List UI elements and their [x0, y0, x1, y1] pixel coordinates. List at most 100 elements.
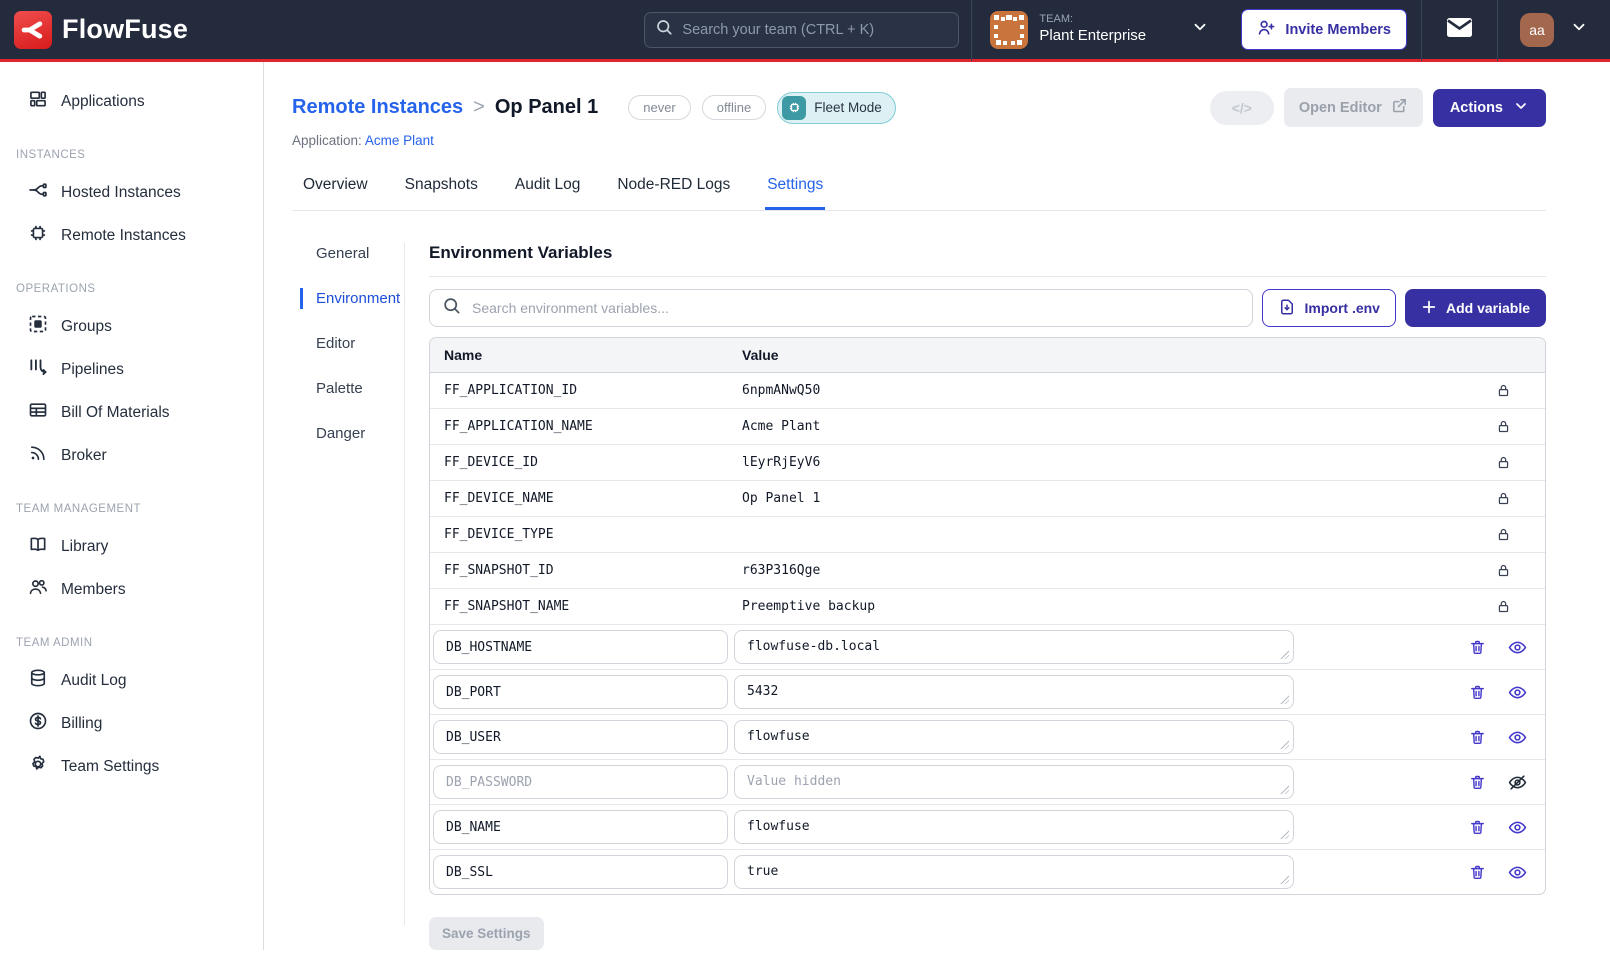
- instance-tabs: Overview Snapshots Audit Log Node-RED Lo…: [292, 168, 1546, 211]
- hide-value-button[interactable]: [1504, 769, 1531, 796]
- show-value-button[interactable]: [1504, 814, 1531, 841]
- env-var-name-input[interactable]: [433, 720, 728, 754]
- lock-icon: [1475, 527, 1531, 542]
- table-row: FF_DEVICE_ID lEyrRjEyV6: [430, 445, 1545, 481]
- show-value-button[interactable]: [1504, 634, 1531, 661]
- chip-icon: [782, 96, 806, 120]
- sidebar-item-bill-of-materials[interactable]: Bill Of Materials: [0, 391, 263, 434]
- table-row: true: [430, 850, 1545, 894]
- delete-variable-button[interactable]: [1465, 635, 1490, 660]
- lock-icon: [1475, 419, 1531, 434]
- env-var-value-input[interactable]: flowfuse: [734, 810, 1294, 844]
- tab-snapshots[interactable]: Snapshots: [403, 168, 480, 210]
- sidebar-item-label: Pipelines: [61, 361, 124, 379]
- env-var-value-input[interactable]: flowfuse: [734, 720, 1294, 754]
- table-row: [430, 760, 1545, 805]
- sidebar-item-broker[interactable]: Broker: [0, 434, 263, 477]
- open-editor-button[interactable]: Open Editor: [1284, 88, 1423, 127]
- env-var-name-input[interactable]: [433, 675, 728, 709]
- env-var-value-input[interactable]: [734, 765, 1294, 799]
- import-env-button[interactable]: Import .env: [1262, 289, 1396, 327]
- delete-variable-button[interactable]: [1465, 680, 1490, 705]
- breadcrumb-remote-instances-link[interactable]: Remote Instances: [292, 96, 463, 119]
- sidebar-heading-operations: OPERATIONS: [0, 263, 263, 305]
- env-var-name-input[interactable]: [433, 810, 728, 844]
- env-var-value: Acme Plant: [742, 419, 1475, 434]
- sidebar-item-members[interactable]: Members: [0, 568, 263, 611]
- show-value-button[interactable]: [1504, 679, 1531, 706]
- sidebar-item-audit-log[interactable]: Audit Log: [0, 659, 263, 702]
- sidebar-item-pipelines[interactable]: Pipelines: [0, 348, 263, 391]
- team-search-input[interactable]: [682, 22, 948, 38]
- search-icon: [655, 18, 673, 41]
- settings-nav-environment[interactable]: Environment: [300, 288, 404, 309]
- sidebar-item-applications[interactable]: Applications: [0, 80, 263, 123]
- sidebar-item-remote-instances[interactable]: Remote Instances: [0, 214, 263, 257]
- developer-mode-toggle[interactable]: </>: [1210, 91, 1274, 125]
- env-var-value-input[interactable]: flowfuse-db.local: [734, 630, 1294, 664]
- team-switcher[interactable]: TEAM: Plant Enterprise: [971, 0, 1227, 61]
- env-var-name-input[interactable]: [433, 765, 728, 799]
- actions-button[interactable]: Actions: [1433, 89, 1546, 127]
- settings-nav-editor[interactable]: Editor: [300, 333, 404, 354]
- add-variable-button[interactable]: Add variable: [1405, 289, 1546, 327]
- sidebar-heading-instances: INSTANCES: [0, 129, 263, 171]
- sidebar-item-label: Groups: [61, 318, 112, 336]
- chevron-down-icon: [1513, 98, 1529, 118]
- sidebar-item-label: Members: [61, 581, 126, 599]
- tab-overview[interactable]: Overview: [301, 168, 370, 210]
- lock-icon: [1475, 491, 1531, 506]
- delete-variable-button[interactable]: [1465, 725, 1490, 750]
- settings-nav-danger[interactable]: Danger: [300, 423, 404, 444]
- env-var-name: FF_DEVICE_TYPE: [444, 527, 742, 542]
- env-search-input[interactable]: [472, 300, 1240, 316]
- save-settings-button[interactable]: Save Settings: [429, 917, 544, 950]
- sidebar-item-label: Audit Log: [61, 672, 127, 690]
- library-icon: [28, 534, 48, 559]
- settings-nav-palette[interactable]: Palette: [300, 378, 404, 399]
- tab-settings[interactable]: Settings: [765, 168, 825, 210]
- settings-nav: General Environment Editor Palette Dange…: [292, 243, 404, 931]
- delete-variable-button[interactable]: [1465, 860, 1490, 885]
- broker-icon: [28, 443, 48, 468]
- open-editor-label: Open Editor: [1299, 100, 1382, 116]
- show-value-button[interactable]: [1504, 724, 1531, 751]
- env-var-name: FF_APPLICATION_ID: [444, 383, 742, 398]
- env-var-name-input[interactable]: [433, 855, 728, 889]
- sidebar-item-billing[interactable]: Billing: [0, 702, 263, 745]
- invite-members-button[interactable]: Invite Members: [1241, 9, 1407, 50]
- env-search[interactable]: [429, 289, 1253, 327]
- table-row: FF_SNAPSHOT_ID r63P316Qge: [430, 553, 1545, 589]
- billing-icon: [28, 711, 48, 736]
- status-badge: offline: [702, 95, 766, 120]
- tab-audit-log[interactable]: Audit Log: [513, 168, 583, 210]
- delete-variable-button[interactable]: [1465, 770, 1490, 795]
- sidebar-item-library[interactable]: Library: [0, 525, 263, 568]
- env-var-value-input[interactable]: 5432: [734, 675, 1294, 709]
- sidebar-item-team-settings[interactable]: Team Settings: [0, 745, 263, 788]
- actions-label: Actions: [1450, 100, 1503, 116]
- last-seen-badge: never: [628, 95, 691, 120]
- table-row: FF_DEVICE_NAME Op Panel 1: [430, 481, 1545, 517]
- notifications-button[interactable]: [1446, 17, 1473, 42]
- tab-node-red-logs[interactable]: Node-RED Logs: [615, 168, 732, 210]
- flowfuse-home-link[interactable]: FlowFuse: [14, 11, 188, 49]
- env-var-value: Preemptive backup: [742, 599, 1475, 614]
- user-menu[interactable]: aa: [1497, 0, 1594, 61]
- hosted-instances-icon: [28, 180, 48, 205]
- application-link[interactable]: Acme Plant: [365, 133, 434, 148]
- sidebar-item-label: Hosted Instances: [61, 184, 181, 202]
- delete-variable-button[interactable]: [1465, 815, 1490, 840]
- env-var-value-input[interactable]: true: [734, 855, 1294, 889]
- team-search[interactable]: [644, 12, 959, 48]
- sidebar-item-hosted-instances[interactable]: Hosted Instances: [0, 171, 263, 214]
- show-value-button[interactable]: [1504, 859, 1531, 886]
- env-var-value: lEyrRjEyV6: [742, 455, 1475, 470]
- env-variables-table: Name Value FF_APPLICATION_ID 6npmANwQ50 …: [429, 337, 1546, 895]
- applications-icon: [28, 89, 48, 114]
- table-row: flowfuse: [430, 805, 1545, 850]
- sidebar-item-groups[interactable]: Groups: [0, 305, 263, 348]
- settings-nav-general[interactable]: General: [300, 243, 404, 264]
- sidebar: Applications INSTANCES Hosted Instances …: [0, 62, 264, 950]
- env-var-name-input[interactable]: [433, 630, 728, 664]
